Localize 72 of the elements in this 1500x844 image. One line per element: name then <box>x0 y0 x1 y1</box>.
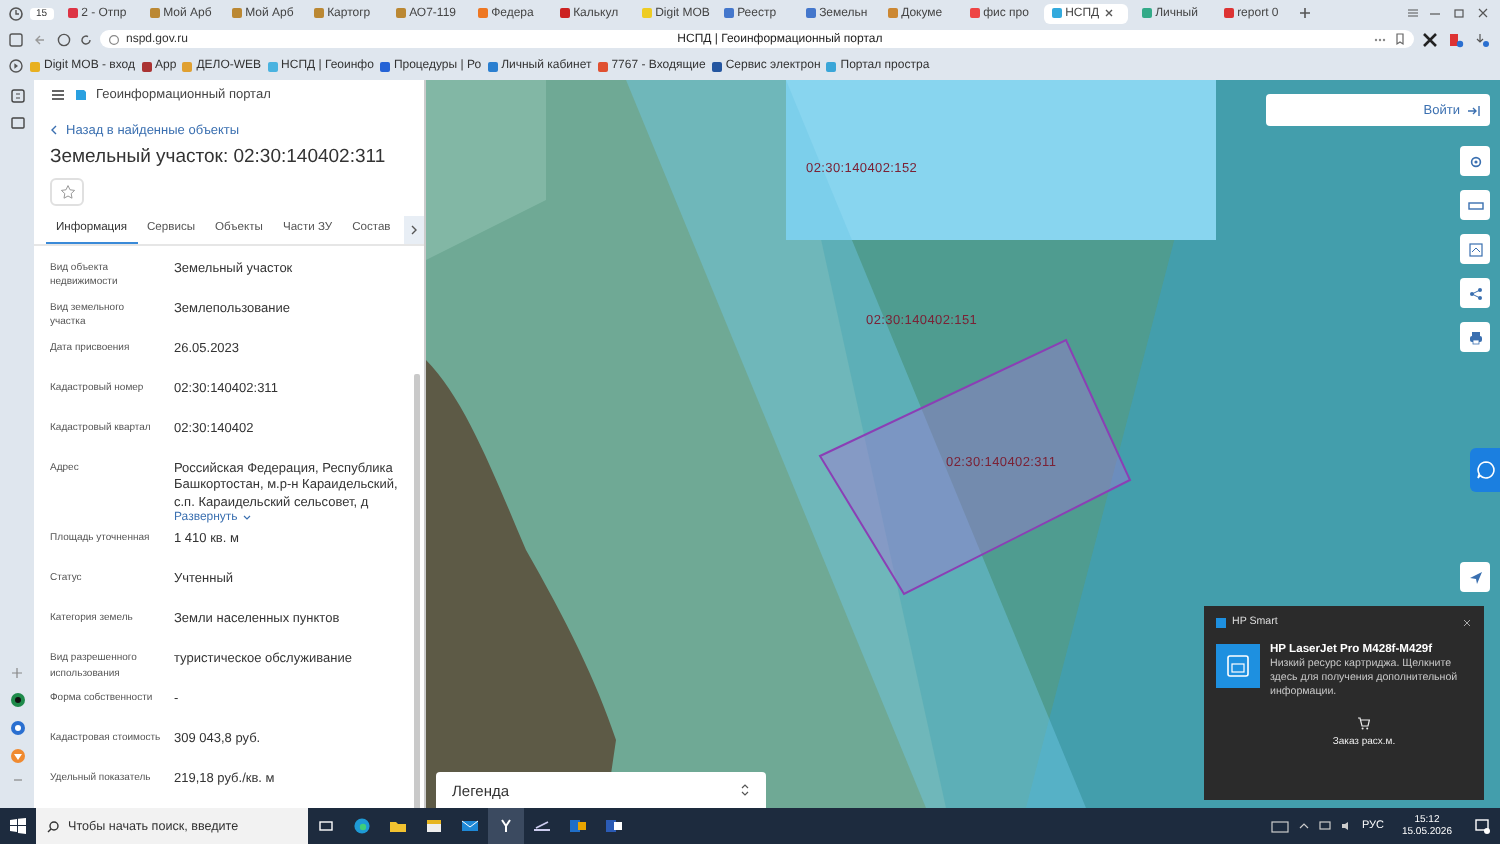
site-icon <box>231 8 242 18</box>
site-icon <box>477 8 488 18</box>
close-icon[interactable] <box>1103 8 1114 18</box>
map-tool-button[interactable] <box>1460 278 1490 308</box>
map-tool-button[interactable] <box>1460 562 1490 592</box>
site-icon <box>1141 8 1152 18</box>
word-icon <box>604 816 624 836</box>
search-icon <box>46 819 60 833</box>
assistant-button[interactable] <box>1470 448 1500 492</box>
mail-icon <box>460 816 480 836</box>
site-icon <box>559 8 570 18</box>
windows-logo-icon <box>8 816 28 836</box>
plus-icon[interactable] <box>1297 6 1312 20</box>
map-frame-icon <box>1467 241 1483 257</box>
history-icon[interactable] <box>8 5 24 21</box>
site-icon <box>887 8 898 18</box>
map-tool-button[interactable] <box>1460 146 1490 176</box>
sort-arrows-icon <box>740 782 750 798</box>
login-icon <box>1466 103 1482 117</box>
map-tool-button[interactable] <box>1460 190 1490 220</box>
task-view-icon <box>316 816 336 836</box>
notes-icon[interactable] <box>9 88 25 104</box>
sidebar-icon[interactable] <box>8 58 24 74</box>
site-icon <box>1223 8 1234 18</box>
site-icon <box>641 8 652 18</box>
network-icon[interactable] <box>1317 820 1332 832</box>
site-icon <box>67 8 78 18</box>
map-tool-button[interactable] <box>1460 322 1490 352</box>
site-icon <box>313 8 324 18</box>
chat-bubble-icon <box>1475 460 1495 480</box>
site-icon <box>149 8 160 18</box>
cart-icon <box>1356 716 1371 730</box>
printer-icon <box>1467 329 1483 345</box>
site-icon <box>969 8 980 18</box>
site-icon <box>395 8 406 18</box>
chevron-down-icon <box>241 514 252 522</box>
screen-icon[interactable] <box>9 116 25 132</box>
settings-icon <box>1467 153 1483 169</box>
edge-browser-icon <box>352 816 372 836</box>
ruler-icon <box>1467 197 1483 213</box>
speaker-icon[interactable] <box>1339 820 1354 832</box>
scrollbar[interactable] <box>414 374 420 808</box>
taskbar-app[interactable] <box>488 808 524 844</box>
close-icon[interactable] <box>1462 617 1472 627</box>
chevron-up-icon[interactable] <box>1297 820 1310 832</box>
sidebar-panel-icon[interactable] <box>8 31 24 47</box>
portal-logo-icon <box>74 87 88 102</box>
menu-icon[interactable] <box>50 87 66 102</box>
restore-icon[interactable] <box>1450 6 1468 20</box>
extension-icon[interactable] <box>1420 31 1440 47</box>
site-icon <box>805 8 816 18</box>
chevron-right-icon <box>410 223 418 236</box>
object-heading: Земельный участок: 02:30:140402:311 <box>50 145 388 168</box>
keyboard-icon[interactable] <box>1269 819 1290 833</box>
locate-arrow-icon <box>1467 569 1483 585</box>
more-icon[interactable] <box>1372 33 1388 45</box>
share-icon <box>1467 285 1483 301</box>
reload-icon[interactable] <box>78 31 94 47</box>
scanner-icon <box>532 816 552 836</box>
close-icon[interactable] <box>1474 6 1492 20</box>
printer-icon <box>1216 644 1260 688</box>
site-icon <box>1051 8 1062 18</box>
star-icon <box>59 183 75 200</box>
site-icon <box>723 8 734 18</box>
chevron-left-icon <box>50 124 58 137</box>
folder-icon <box>388 816 408 836</box>
bookmark-icon[interactable] <box>1394 32 1406 46</box>
calendar-icon <box>424 816 444 836</box>
download-icon[interactable] <box>1472 31 1492 47</box>
outlook-icon <box>568 816 588 836</box>
notification-icon <box>1472 816 1492 836</box>
yandex-y-icon <box>496 816 516 836</box>
